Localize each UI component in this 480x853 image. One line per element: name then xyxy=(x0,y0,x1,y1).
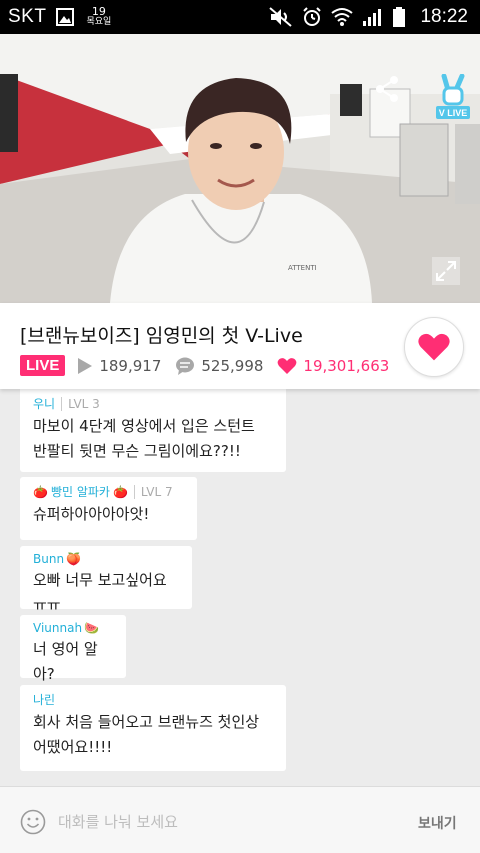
send-button[interactable]: 보내기 xyxy=(418,813,457,833)
play-count: 189,917 xyxy=(77,357,161,375)
signal-icon xyxy=(362,7,384,27)
emoji-button[interactable] xyxy=(20,809,46,839)
chat-message-text: 회사 처음 들어오고 브랜뉴즈 첫인상 어땠어요!!!! xyxy=(33,713,260,756)
live-badge: LIVE xyxy=(20,355,66,376)
smiley-icon xyxy=(20,809,46,835)
chat-username[interactable]: 우니 xyxy=(33,395,55,412)
calendar-notification: 19 목요일 xyxy=(86,5,112,27)
status-bar: SKT 19 목요일 18:22 xyxy=(0,0,480,34)
play-count-value: 189,917 xyxy=(99,356,162,375)
tomato-emoji-icon: 🍅 xyxy=(112,484,128,499)
chat-message: 🍅 빵민 알파카 🍅 LVL 7 슈퍼하아아아아앗! xyxy=(20,477,197,540)
broadcast-stats: LIVE 189,917 525,998 19,301,663 xyxy=(20,355,403,376)
chat-username[interactable]: Viunnah xyxy=(33,621,82,635)
chat-username[interactable]: 빵민 알파카 xyxy=(51,483,110,500)
heart-count: 19,301,663 xyxy=(277,357,389,375)
expand-icon xyxy=(436,261,456,281)
chat-message-text: 마보이 4단계 영상에서 입은 스턴트 반팔티 뒷면 무슨 그림이에요??!! xyxy=(33,417,255,460)
chat-list[interactable]: 우니 LVL 3 마보이 4단계 영상에서 입은 스턴트 반팔티 뒷면 무슨 그… xyxy=(0,389,480,786)
tomato-emoji-icon: 🍅 xyxy=(33,484,48,499)
comment-icon xyxy=(176,357,195,375)
heart-icon xyxy=(418,333,450,361)
chat-user-row: 나린 xyxy=(33,691,274,708)
chat-message: 나린 회사 처음 들어오고 브랜뉴즈 첫인상 어땠어요!!!! xyxy=(20,685,286,771)
peach-emoji-icon: 🍑 xyxy=(66,552,82,566)
chat-message: Viunnah 🍉 너 영어 알아? xyxy=(20,615,126,683)
chat-message-text: 너 영어 알아? xyxy=(33,640,98,683)
chat-user-row: Bunn 🍑 xyxy=(33,552,180,566)
chat-message-text: 오빠 너무 보고싶어요 ㅠㅠ xyxy=(33,571,167,614)
heart-icon xyxy=(278,357,297,374)
clock-time: 18:22 xyxy=(420,6,468,27)
video-frame: ATTENTI xyxy=(0,34,480,303)
svg-text:ATTENTI: ATTENTI xyxy=(288,264,317,272)
chat-message: Bunn 🍑 오빠 너무 보고싶어요 ㅠㅠ xyxy=(20,546,192,614)
chat-user-row: 🍅 빵민 알파카 🍅 LVL 7 xyxy=(33,483,185,500)
chat-user-level: LVL 3 xyxy=(61,396,100,411)
chat-username[interactable]: 나린 xyxy=(33,691,55,708)
heart-count-value: 19,301,663 xyxy=(303,356,390,375)
comment-count: 525,998 xyxy=(175,357,263,375)
calendar-day: 19 xyxy=(91,5,106,18)
fullscreen-button[interactable] xyxy=(432,257,460,285)
chat-user-level: LVL 7 xyxy=(133,484,173,499)
wifi-icon xyxy=(331,7,354,27)
vlive-logo: V LIVE xyxy=(436,73,470,120)
like-heart-button[interactable] xyxy=(404,317,464,377)
battery-icon xyxy=(393,7,406,27)
broadcast-title: [브랜뉴보이즈] 임영민의 첫 V-Live xyxy=(20,325,303,347)
chat-input-bar: 보내기 xyxy=(0,786,480,853)
share-button[interactable] xyxy=(372,74,402,104)
chat-message: 우니 LVL 3 마보이 4단계 영상에서 입은 스턴트 반팔티 뒷면 무슨 그… xyxy=(20,389,286,472)
chat-message-input[interactable] xyxy=(56,807,390,837)
mute-icon xyxy=(269,7,293,27)
alarm-icon xyxy=(302,7,322,27)
play-icon xyxy=(78,357,93,374)
chat-username[interactable]: Bunn xyxy=(33,552,64,566)
comment-count-value: 525,998 xyxy=(201,356,264,375)
chat-user-row: Viunnah 🍉 xyxy=(33,621,114,635)
gallery-notification-icon xyxy=(56,8,75,26)
carrier-label: SKT xyxy=(8,6,47,27)
watermelon-emoji-icon: 🍉 xyxy=(84,621,100,635)
chat-user-row: 우니 LVL 3 xyxy=(33,395,274,412)
vlive-brand-label: V LIVE xyxy=(439,108,468,118)
calendar-weekday: 목요일 xyxy=(86,17,112,27)
broadcast-info-panel: [브랜뉴보이즈] 임영민의 첫 V-Live LIVE 189,917 525,… xyxy=(0,303,480,389)
share-icon xyxy=(376,76,398,102)
chat-message-text: 슈퍼하아아아아앗! xyxy=(33,505,150,523)
video-player[interactable]: ATTENTI V LIVE xyxy=(0,34,480,303)
vlive-hand-icon: V LIVE xyxy=(436,73,470,119)
